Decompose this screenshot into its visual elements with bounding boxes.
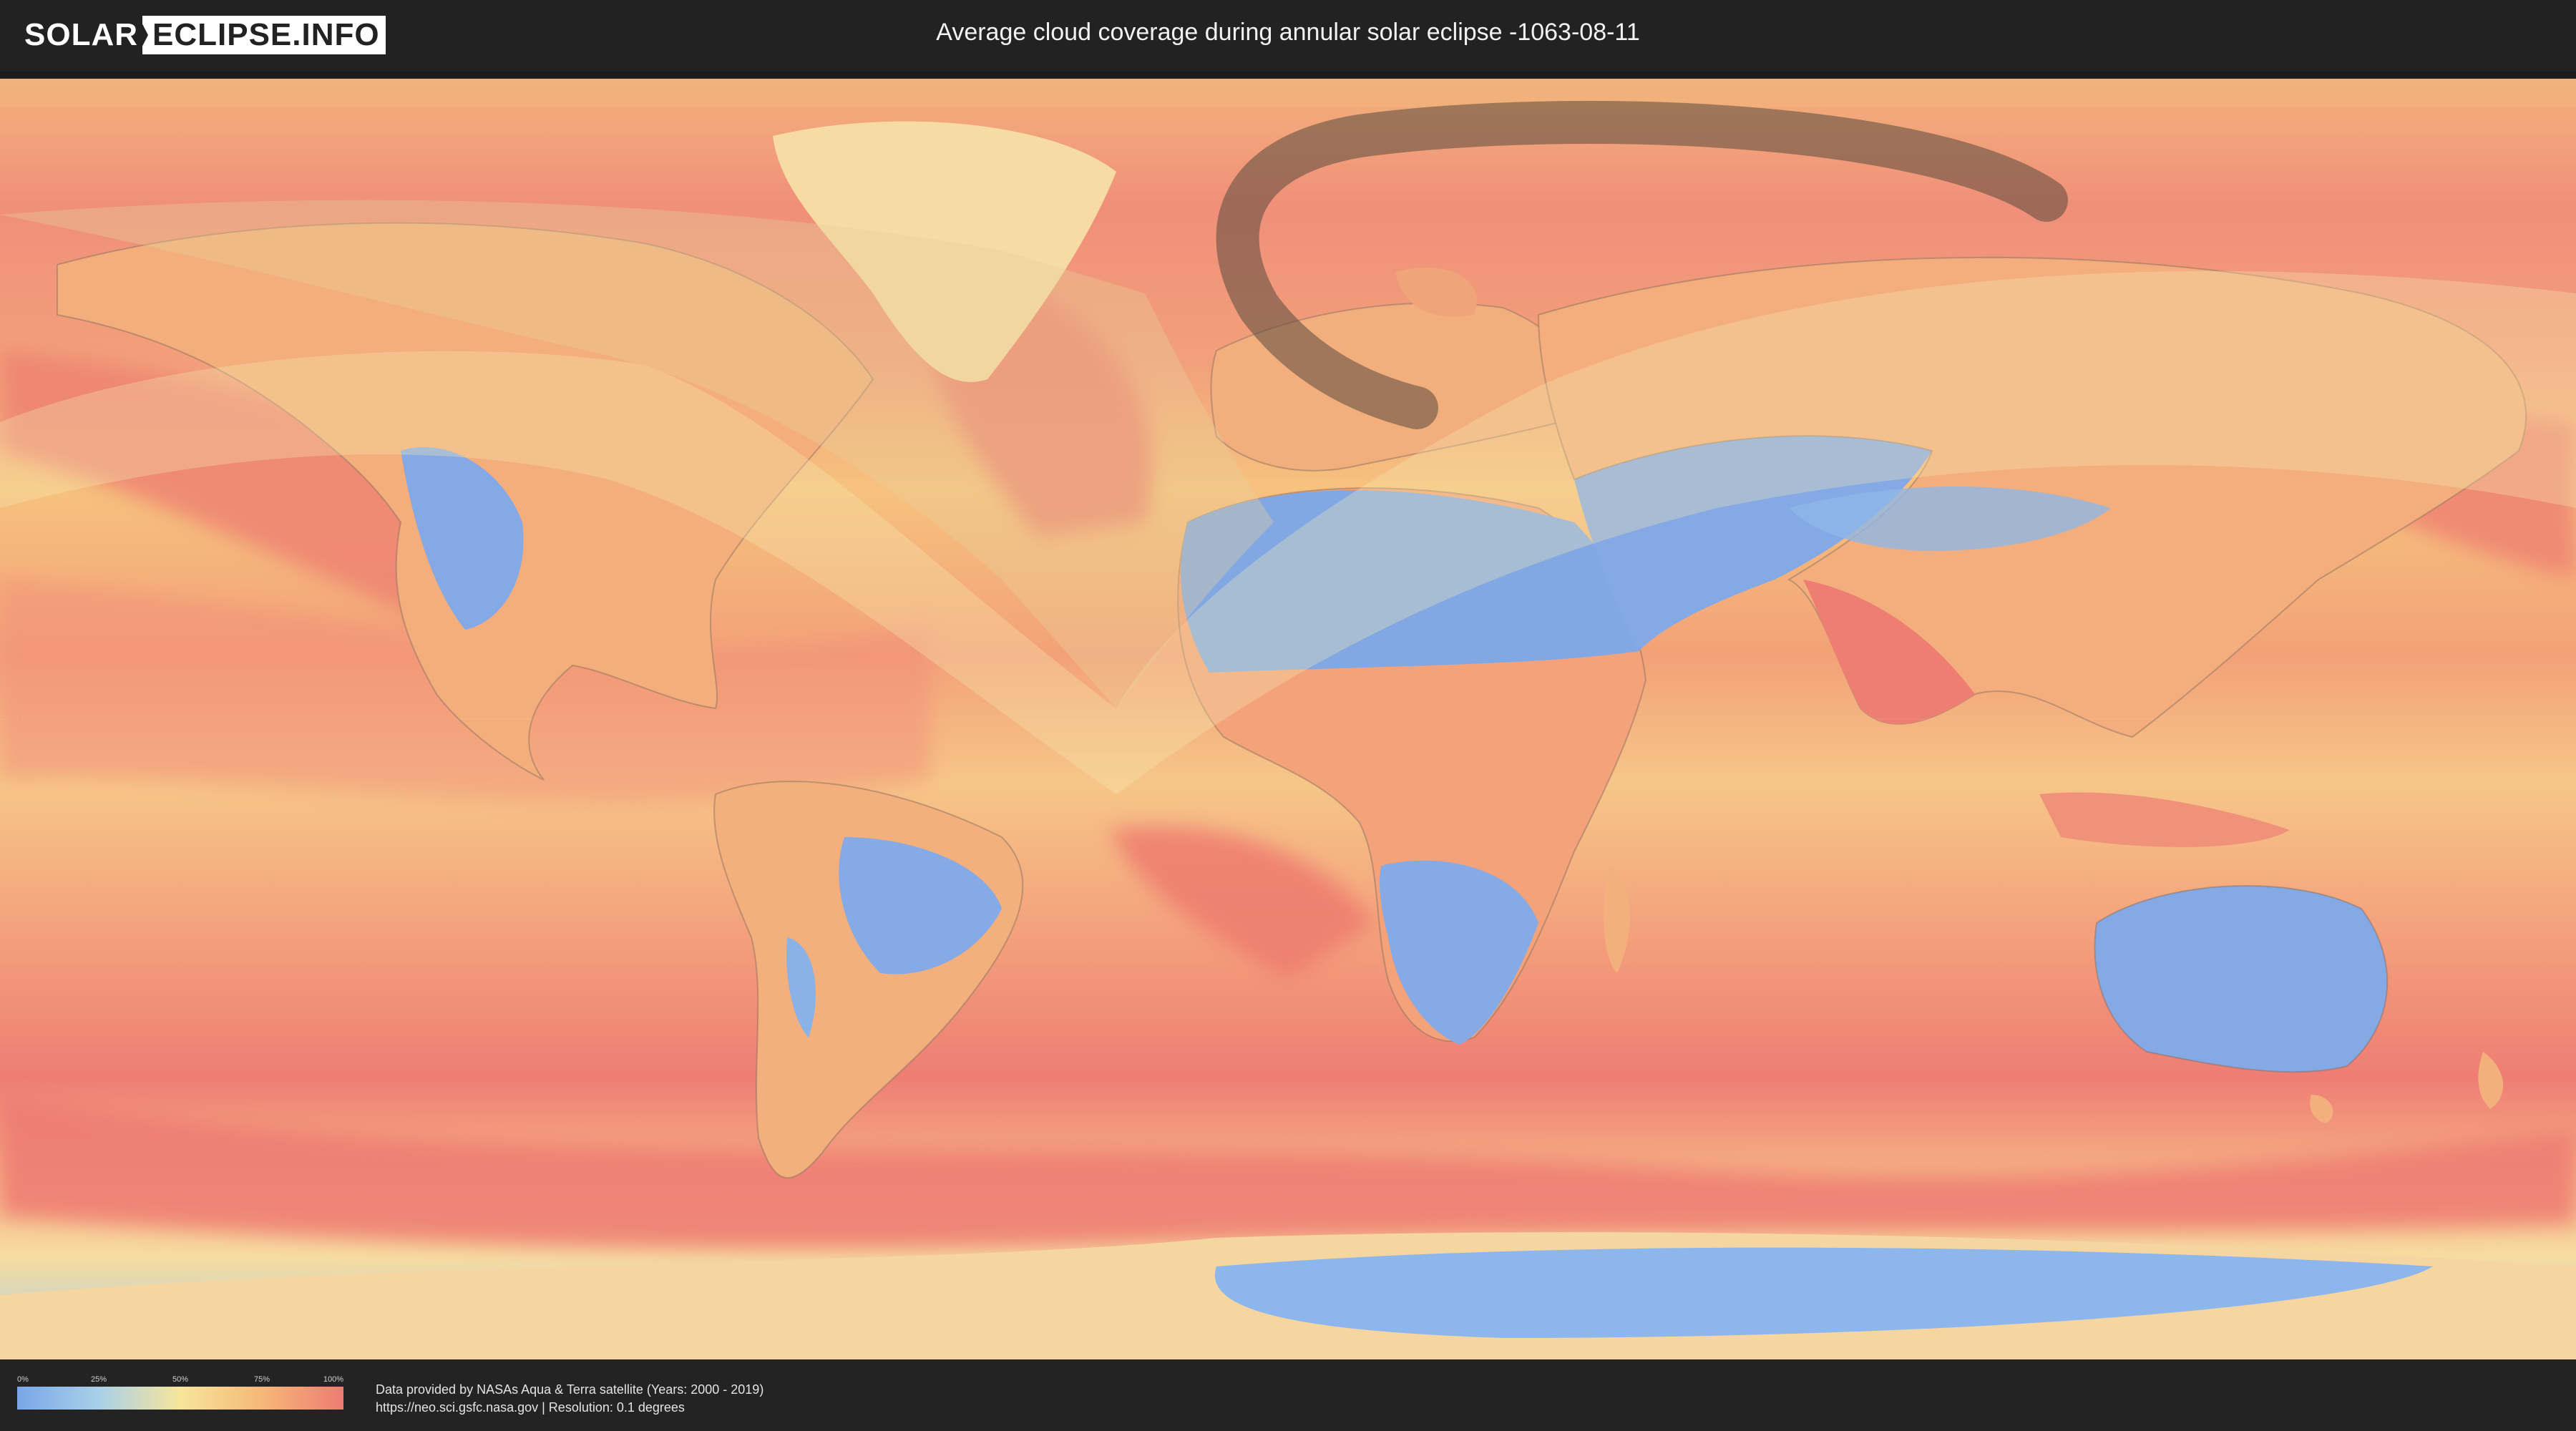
legend-tick-0: 0% [17,1375,29,1384]
data-credits: Data provided by NASAs Aqua & Terra sate… [376,1381,763,1417]
legend-tick-100: 100% [323,1375,343,1384]
cloud-coverage-map[interactable] [0,79,2576,1359]
credits-line-source: Data provided by NASAs Aqua & Terra sate… [376,1382,764,1397]
cloud-coverage-legend: 0% 25% 50% 75% 100% [17,1375,343,1410]
legend-ticks: 0% 25% 50% 75% 100% [17,1375,343,1387]
legend-tick-25: 25% [90,1375,107,1384]
page-title: Average cloud coverage during annular so… [936,19,1640,46]
legend-tick-75: 75% [253,1375,270,1384]
credits-line-url[interactable]: https://neo.sci.gsfc.nasa.gov | Resoluti… [376,1399,763,1417]
map-frame [0,72,2576,1359]
header-bar: SOLAR ECLIPSE.INFO Average cloud coverag… [0,0,2576,72]
footer-bar: 0% 25% 50% 75% 100% Data provided by NAS… [0,1359,2576,1431]
legend-tick-50: 50% [172,1375,189,1384]
australia [2094,884,2389,1073]
legend-gradient-bar [17,1387,343,1410]
